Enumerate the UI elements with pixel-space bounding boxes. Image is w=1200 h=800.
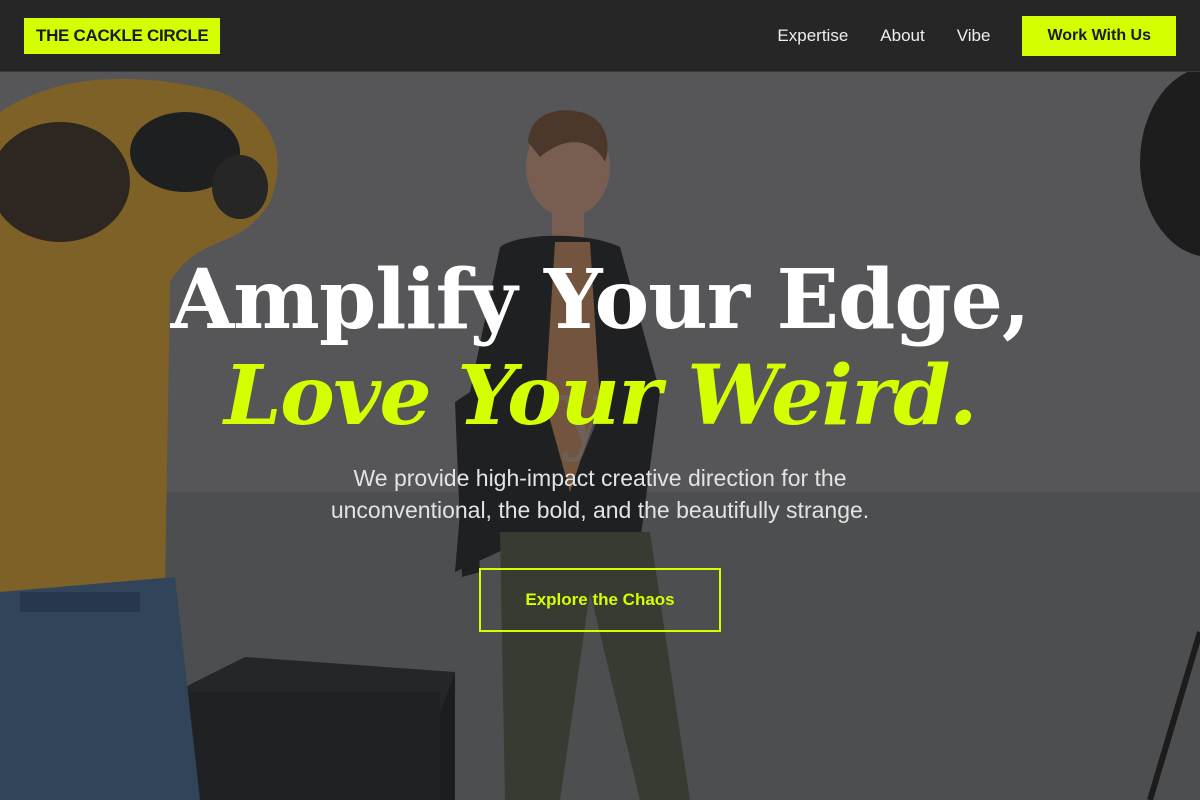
hero-subtext-line2: unconventional, the bold, and the beauti… [330, 497, 870, 523]
nav-link-about[interactable]: About [880, 26, 924, 46]
nav-link-vibe[interactable]: Vibe [957, 26, 991, 46]
hero-subtext: We provide high-impact creative directio… [290, 462, 910, 526]
main-nav: Expertise About Vibe Work With Us [777, 15, 1176, 56]
work-with-us-button[interactable]: Work With Us [1022, 15, 1176, 56]
explore-chaos-button[interactable]: Explore the Chaos [479, 568, 721, 632]
page: y THE CACKLE CIRCLE Expertise About Vibe… [0, 0, 1200, 800]
hero-headline: Amplify Your Edge, [170, 252, 1031, 348]
brand-logo[interactable]: THE CACKLE CIRCLE [24, 17, 221, 54]
hero-subtext-line1: We provide high-impact creative directio… [353, 465, 847, 491]
nav-link-expertise[interactable]: Expertise [777, 26, 848, 46]
hero-headline-accent: Love Your Weird. [224, 348, 978, 444]
site-header: THE CACKLE CIRCLE Expertise About Vibe W… [0, 0, 1200, 72]
hero-section: Amplify Your Edge, Love Your Weird. We p… [0, 72, 1200, 800]
